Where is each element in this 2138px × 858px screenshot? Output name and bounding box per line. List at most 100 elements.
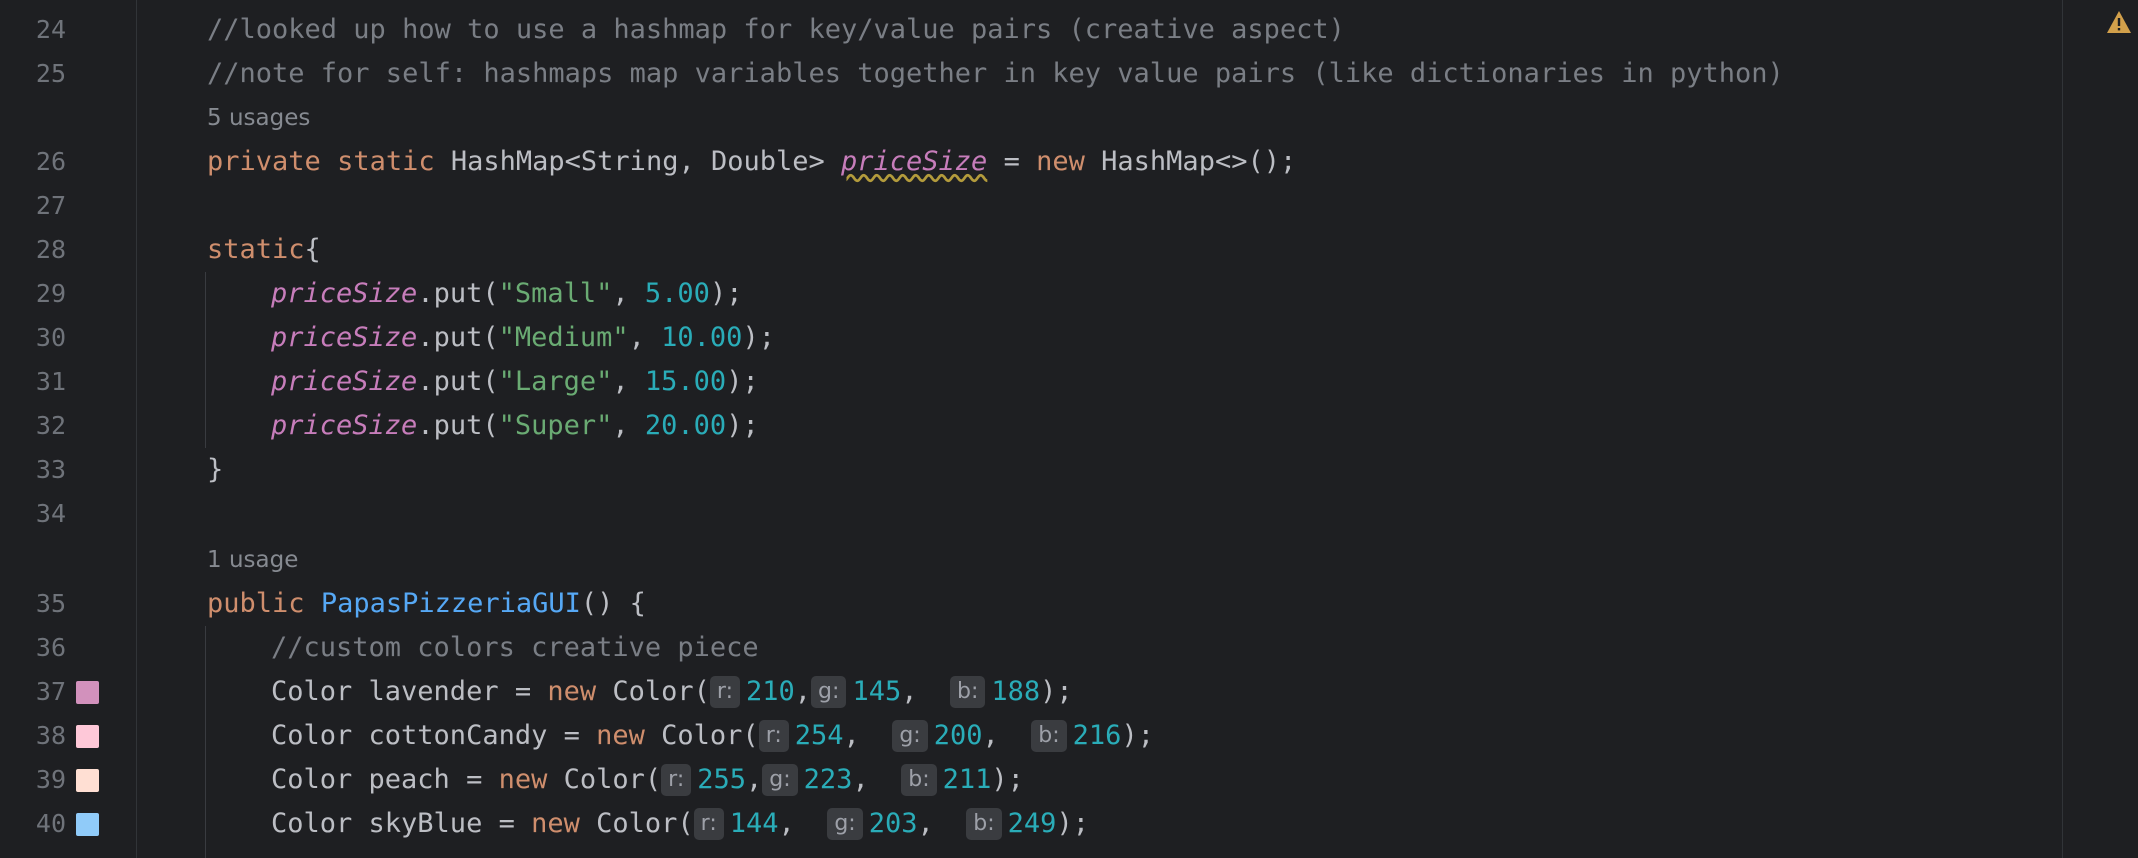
comment: //note for self: hashmaps map variables … <box>207 58 1784 89</box>
method-call: .put( <box>417 410 499 441</box>
keyword-private: private <box>207 146 321 177</box>
code-line[interactable]: 40 Color skyBlue = new Color(r: 144, g: 20… <box>0 802 2060 846</box>
line-number: 25 <box>35 59 66 88</box>
number-literal: 15.00 <box>644 366 727 397</box>
number-literal: 216 <box>1072 720 1122 751</box>
code-text: priceSize.put("Super", 20.00); <box>271 404 759 448</box>
number-literal: 20.00 <box>644 410 727 441</box>
code-line[interactable]: 38 Color cottonCandy = new Color(r: 254, … <box>0 714 2060 758</box>
param-hint-g: g: <box>811 676 847 708</box>
separator: , <box>794 676 812 707</box>
param-hint-r: r: <box>661 764 692 796</box>
code-line[interactable]: 32 priceSize.put("Super", 20.00); <box>0 404 2060 448</box>
usages-link[interactable]: 5 usages <box>207 96 310 140</box>
code-editor[interactable]: 24 //looked up how to use a hashmap for … <box>0 0 2138 858</box>
number-literal: 211 <box>942 764 992 795</box>
declaration: Color peach = <box>271 764 499 795</box>
code-text: Color peach = new Color(r: 255, g: 223, b: 2… <box>271 758 1024 802</box>
param-hint-g: g: <box>827 808 863 840</box>
number-literal: 145 <box>852 676 902 707</box>
number-literal: 210 <box>746 676 795 707</box>
separator: , <box>917 808 967 839</box>
param-hint-b: b: <box>1031 720 1067 752</box>
constructor-name[interactable]: PapasPizzeriaGUI <box>321 588 581 619</box>
line-number: 32 <box>35 411 66 440</box>
open-brace: { <box>304 234 321 265</box>
field-price-size: priceSize <box>271 410 418 441</box>
string-literal: "Large" <box>498 366 613 397</box>
line-number: 40 <box>35 809 66 838</box>
code-line[interactable]: 31 priceSize.put("Large", 15.00); <box>0 360 2060 404</box>
constructor-call: Color( <box>547 764 662 795</box>
close-paren: ); <box>991 764 1024 795</box>
line-number: 36 <box>35 633 66 662</box>
constructor-call: HashMap<>(); <box>1101 146 1297 177</box>
number-literal: 223 <box>803 764 853 795</box>
code-line[interactable]: 33 } <box>0 448 2060 492</box>
param-hint-b: b: <box>950 676 986 708</box>
code-line[interactable]: 25 //note for self: hashmaps map variabl… <box>0 52 2060 96</box>
keyword-new: new <box>498 764 548 795</box>
string-literal: "Super" <box>498 410 613 441</box>
code-line[interactable]: 37 Color lavender = new Color(r: 210, g: 14… <box>0 670 2060 714</box>
line-number: 35 <box>35 589 66 618</box>
code-text: priceSize.put("Medium", 10.00); <box>271 316 775 360</box>
number-literal: 249 <box>1007 808 1057 839</box>
number-literal: 255 <box>697 764 747 795</box>
method-call: .put( <box>417 278 499 309</box>
comment: //looked up how to use a hashmap for key… <box>207 14 1345 45</box>
code-line[interactable]: 28 static{ <box>0 228 2060 272</box>
code-line[interactable]: 29 priceSize.put("Small", 5.00); <box>0 272 2060 316</box>
keyword-public: public <box>207 588 305 619</box>
code-line[interactable]: 30 priceSize.put("Medium", 10.00); <box>0 316 2060 360</box>
keyword-new: new <box>547 676 597 707</box>
field-price-size[interactable]: priceSize <box>841 146 987 177</box>
usage-hint-row: 1 usage <box>0 538 2060 582</box>
code-line[interactable]: 36 //custom colors creative piece <box>0 626 2060 670</box>
code-line[interactable]: 39 Color peach = new Color(r: 255, g: 223, … <box>0 758 2060 802</box>
declaration: Color skyBlue = <box>271 808 532 839</box>
keyword-new: new <box>596 720 645 751</box>
field-price-size: priceSize <box>271 278 418 309</box>
number-literal: 144 <box>729 808 779 839</box>
line-number: 34 <box>35 499 66 528</box>
line-number: 24 <box>35 15 66 44</box>
code-line[interactable]: 34 <box>0 492 2060 536</box>
string-literal: "Medium" <box>498 322 629 353</box>
field-price-size: priceSize <box>271 322 418 353</box>
code-line[interactable]: 35 public PapasPizzeriaGUI() { <box>0 582 2060 626</box>
warning-triangle-icon[interactable] <box>2106 10 2132 34</box>
color-swatch-sky-blue[interactable] <box>76 813 99 836</box>
usage-hint-row: 5 usages <box>0 96 2060 140</box>
declaration: Color cottonCandy = <box>271 720 597 751</box>
method-call: .put( <box>417 366 499 397</box>
separator: , <box>982 720 1032 751</box>
keyword-static: static <box>337 146 435 177</box>
constructor-call: Color( <box>596 676 710 707</box>
close-paren: ); <box>1121 720 1154 751</box>
comma: , <box>612 278 645 309</box>
code-line[interactable]: 26 private static HashMap<String, Double… <box>0 140 2060 184</box>
editor-right-divider <box>2062 0 2063 858</box>
close-paren: ); <box>726 366 759 397</box>
separator: , <box>778 808 828 839</box>
color-swatch-cotton-candy[interactable] <box>76 725 99 748</box>
usages-link[interactable]: 1 usage <box>207 538 298 582</box>
comma: , <box>612 410 645 441</box>
separator: , <box>852 764 902 795</box>
keyword-new: new <box>1036 146 1085 177</box>
color-swatch-peach[interactable] <box>76 769 99 792</box>
close-paren: ); <box>742 322 775 353</box>
separator: , <box>746 764 763 795</box>
code-line[interactable]: 24 //looked up how to use a hashmap for … <box>0 8 2060 52</box>
code-text: priceSize.put("Small", 5.00); <box>271 272 742 316</box>
keyword-static: static <box>207 234 305 265</box>
line-number: 33 <box>35 455 66 484</box>
code-line[interactable]: 27 <box>0 184 2060 228</box>
comment: //custom colors creative piece <box>271 632 759 663</box>
code-text: Color skyBlue = new Color(r: 144, g: 203, … <box>271 802 1089 846</box>
color-swatch-lavender[interactable] <box>76 681 99 704</box>
close-paren: ); <box>1056 808 1089 839</box>
number-literal: 10.00 <box>661 322 743 353</box>
